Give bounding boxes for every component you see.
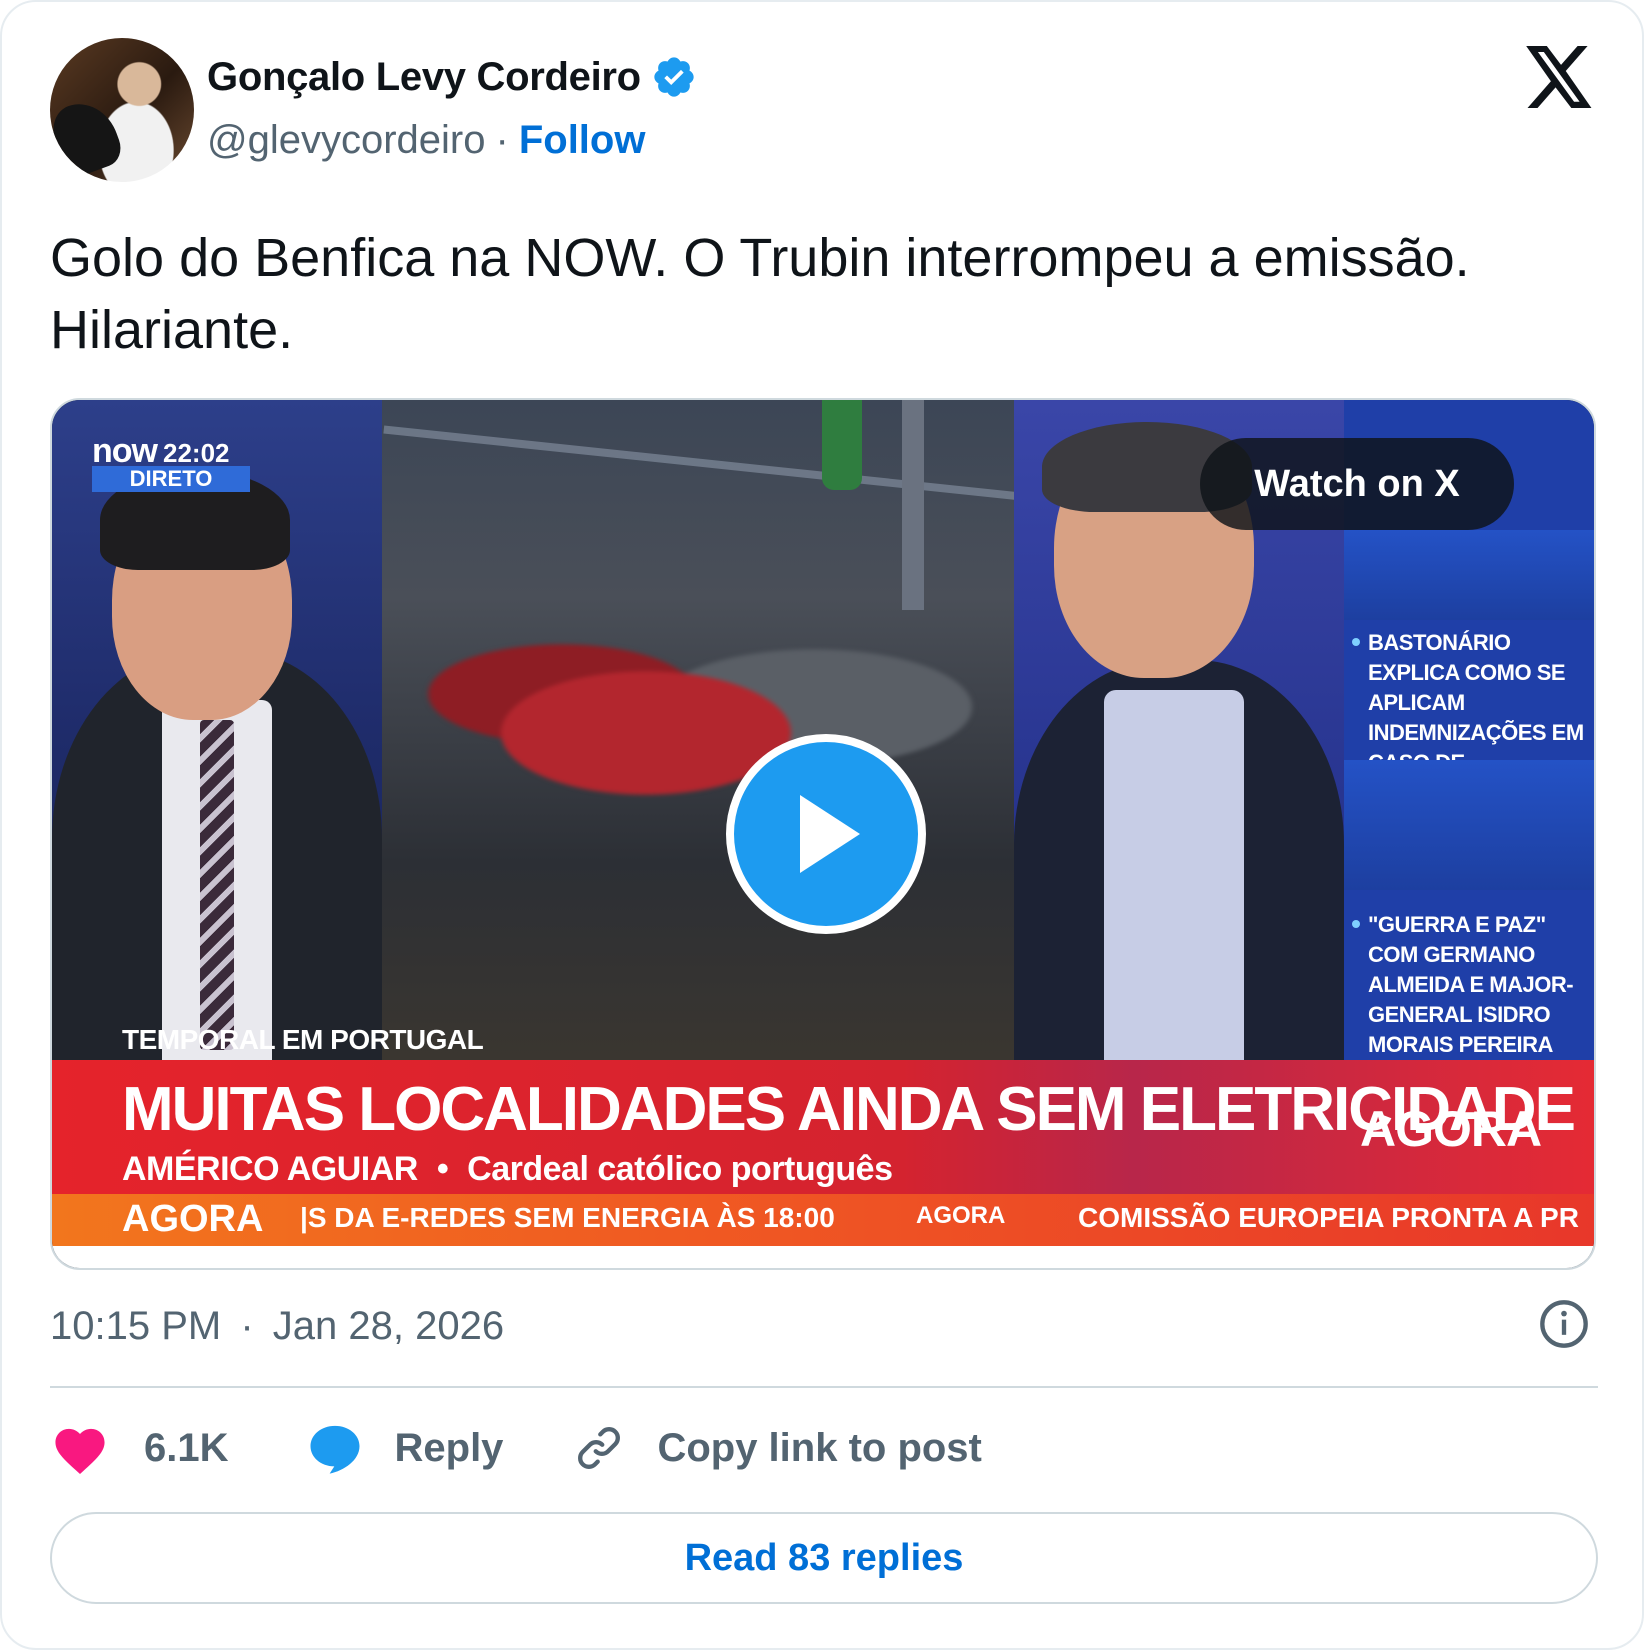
copy-link-label: Copy link to post bbox=[657, 1425, 982, 1470]
post-time: 10:15 PM bbox=[50, 1304, 222, 1348]
guest-caption: AMÉRICO AGUIAR • Cardeal católico portug… bbox=[122, 1150, 893, 1189]
info-icon[interactable] bbox=[1538, 1298, 1590, 1350]
link-icon bbox=[578, 1427, 621, 1469]
heart-icon bbox=[55, 1428, 105, 1475]
author-avatar[interactable] bbox=[50, 38, 194, 182]
news-ticker: AGORA |S DA E-REDES SEM ENERGIA ÀS 18:00… bbox=[52, 1194, 1594, 1246]
handle-separator: · bbox=[495, 118, 509, 162]
reply-bubble-icon bbox=[310, 1425, 359, 1474]
headline: MUITAS LOCALIDADES AINDA SEM ELETRICIDAD… bbox=[122, 1075, 1576, 1144]
video-player[interactable]: BASTONÁRIO EXPLICA COMO SE APLICAM INDEM… bbox=[50, 398, 1596, 1270]
embedded-tweet-card: Gonçalo Levy Cordeiro @glevycordeiro · F… bbox=[0, 0, 1644, 1650]
ticker-item-2: COMISSÃO EUROPEIA PRONTA A PR bbox=[1078, 1202, 1579, 1233]
tweet-text: Golo do Benfica na NOW. O Trubin interro… bbox=[50, 228, 1470, 360]
like-count: 6.1K bbox=[144, 1425, 229, 1470]
reply-button[interactable]: Reply bbox=[307, 1422, 504, 1474]
author-name-row: Gonçalo Levy Cordeiro bbox=[207, 54, 697, 100]
reply-label: Reply bbox=[394, 1425, 504, 1470]
verified-badge-icon bbox=[654, 57, 694, 97]
x-logo-icon[interactable] bbox=[1526, 46, 1594, 108]
action-bar: 6.1K Reply Copy link to post bbox=[50, 1420, 982, 1476]
guest-name: AMÉRICO AGUIAR bbox=[122, 1150, 418, 1188]
timestamp[interactable]: 10:15 PM · Jan 28, 2026 bbox=[50, 1304, 504, 1349]
author-handle[interactable]: @glevycordeiro bbox=[207, 118, 486, 163]
side-item-2: "GUERRA E PAZ" COM GERMANO ALMEIDA E MAJ… bbox=[1344, 910, 1594, 1060]
broadcast-clock: 22:02 bbox=[162, 438, 230, 468]
watch-on-x-button[interactable]: Watch on X bbox=[1200, 438, 1514, 530]
brand-logo: AGORA bbox=[1360, 1101, 1542, 1157]
author-handle-row: @glevycordeiro · Follow bbox=[207, 118, 645, 163]
lower-third-banner: MUITAS LOCALIDADES AINDA SEM ELETRICIDAD… bbox=[52, 1060, 1594, 1194]
ticker-brand: AGORA bbox=[122, 1198, 264, 1240]
anchor-pane bbox=[52, 400, 382, 1070]
footage-pane bbox=[382, 400, 1014, 1060]
ticker-brand-2: AGORA bbox=[916, 1202, 1006, 1229]
guest-separator: • bbox=[436, 1150, 449, 1188]
topic-label: TEMPORAL EM PORTUGAL bbox=[122, 1024, 484, 1055]
post-date: Jan 28, 2026 bbox=[272, 1304, 505, 1348]
guest-role: Cardeal católico português bbox=[467, 1150, 893, 1188]
like-button[interactable]: 6.1K bbox=[50, 1421, 229, 1475]
read-replies-button[interactable]: Read 83 replies bbox=[50, 1512, 1598, 1604]
play-icon bbox=[800, 795, 860, 873]
ticker-item-1: |S DA E-REDES SEM ENERGIA ÀS 18:00 bbox=[300, 1202, 835, 1233]
follow-button[interactable]: Follow bbox=[519, 118, 646, 163]
copy-link-button[interactable]: Copy link to post bbox=[573, 1422, 982, 1474]
author-name[interactable]: Gonçalo Levy Cordeiro bbox=[207, 55, 641, 100]
play-button[interactable] bbox=[726, 734, 926, 934]
time-separator: · bbox=[240, 1304, 254, 1348]
divider bbox=[50, 1386, 1598, 1388]
live-badge: DIRETO bbox=[92, 466, 250, 492]
